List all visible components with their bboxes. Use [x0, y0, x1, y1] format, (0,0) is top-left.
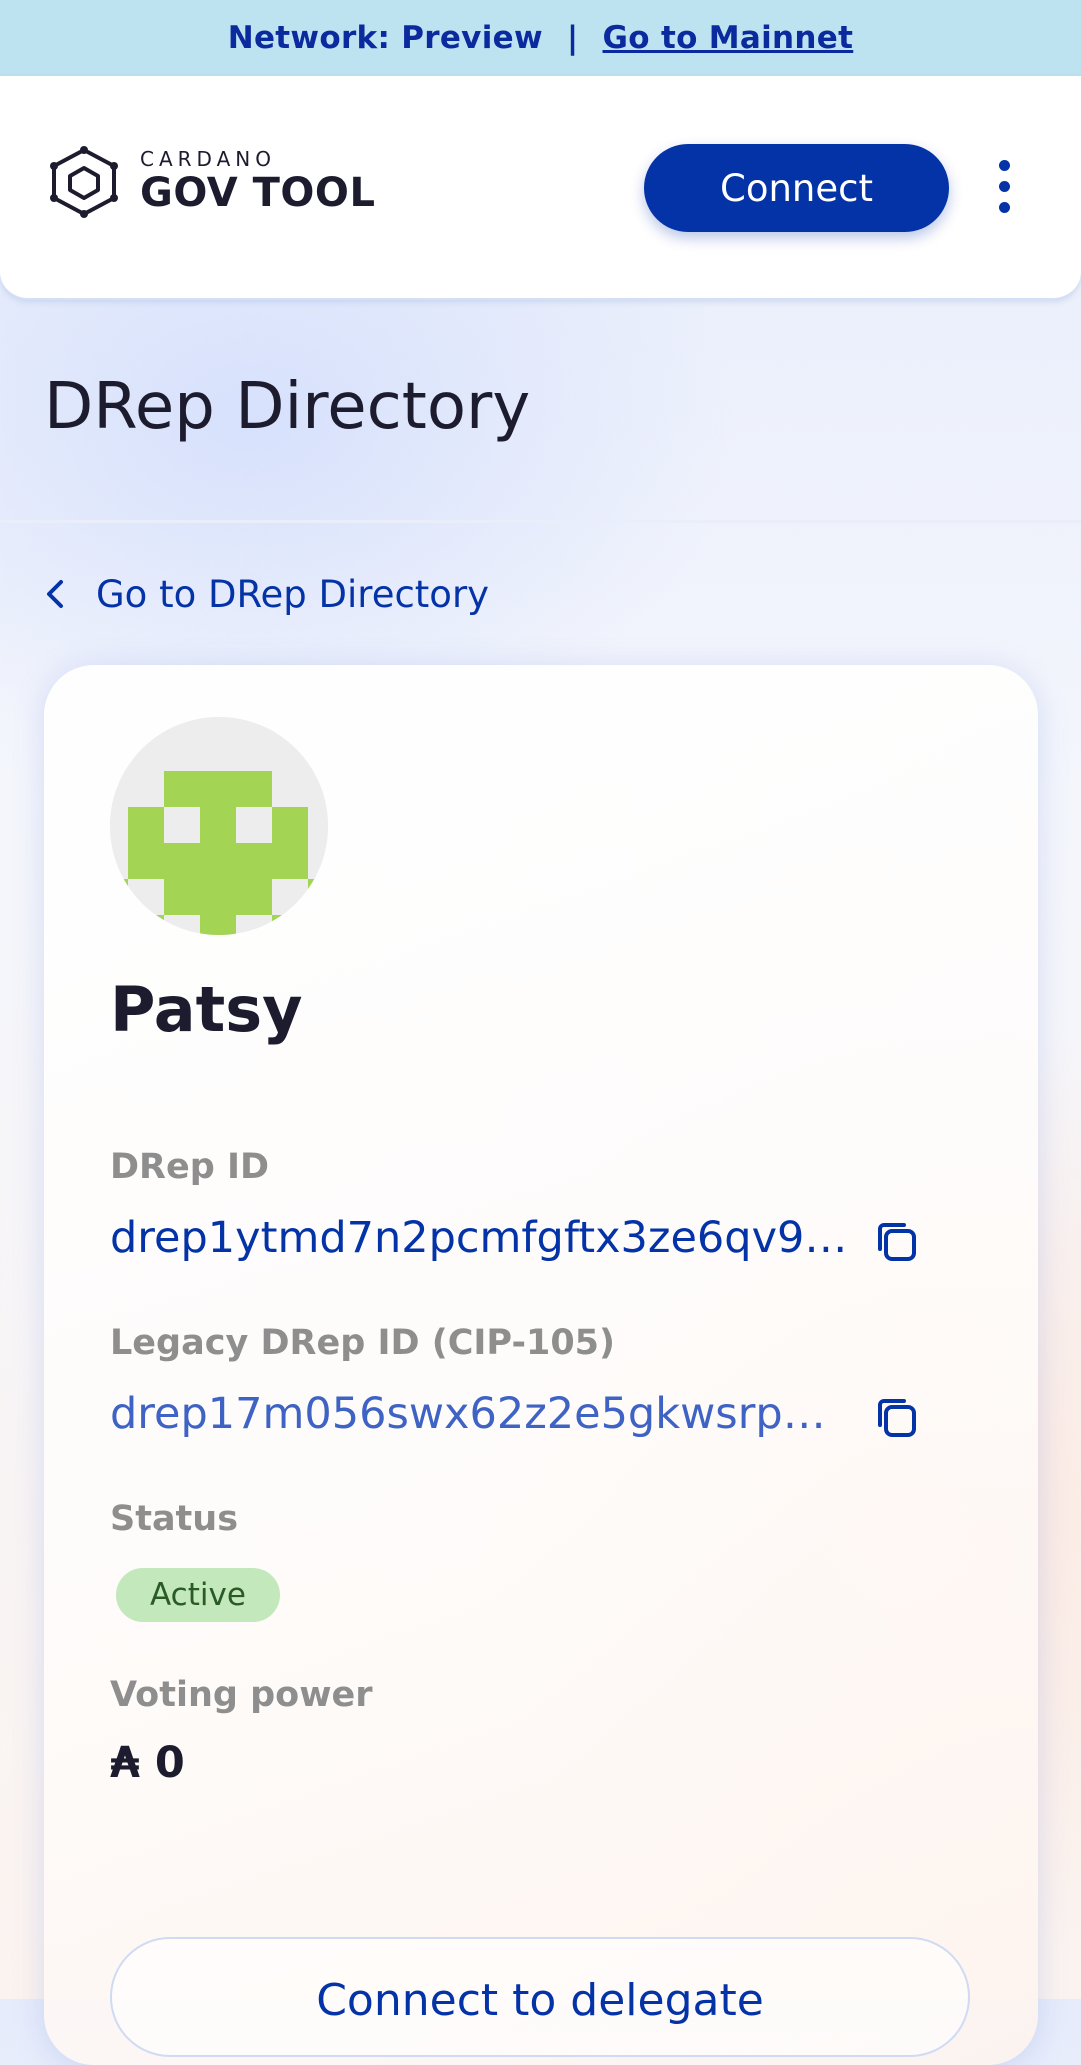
legacy-drep-id-value[interactable]: drep17m056swx62z2e5gkwsrpv… — [110, 1389, 850, 1439]
go-to-mainnet-link[interactable]: Go to Mainnet — [603, 20, 854, 56]
voting-power-label: Voting power — [110, 1675, 373, 1715]
cardano-hexagon-logo-icon — [50, 146, 118, 218]
legacy-drep-id-label: Legacy DRep ID (CIP-105) — [110, 1323, 616, 1363]
logo-govtool-text: GOV TOOL — [140, 170, 376, 216]
network-banner: Network: Preview | Go to Mainnet — [0, 0, 1081, 76]
drep-avatar — [110, 717, 328, 935]
logo-cardano-text: CARDANO — [140, 147, 276, 171]
copy-legacy-drep-id-icon[interactable] — [872, 1393, 922, 1443]
drep-id-value[interactable]: drep1ytmd7n2pcmfgftx3ze6qv9… — [110, 1213, 850, 1263]
title-divider — [0, 520, 1081, 523]
voting-power-value: ₳ 0 — [110, 1738, 185, 1788]
connect-button[interactable]: Connect — [644, 144, 949, 232]
connect-to-delegate-button[interactable]: Connect to delegate — [110, 1937, 970, 2057]
back-link-label: Go to DRep Directory — [96, 572, 490, 616]
page-title: DRep Directory — [44, 370, 531, 444]
drep-name: Patsy — [110, 973, 303, 1046]
drep-details-card: Patsy DRep ID drep1ytmd7n2pcmfgftx3ze6qv… — [44, 665, 1038, 2065]
chevron-left-icon — [47, 580, 63, 608]
kebab-menu-icon[interactable] — [990, 160, 1018, 218]
app-header: CARDANO GOV TOOL Connect — [0, 76, 1081, 300]
back-to-directory-link[interactable]: Go to DRep Directory — [44, 568, 489, 620]
network-separator: | — [566, 20, 579, 56]
network-label: Network: Preview — [227, 20, 543, 56]
app-logo[interactable]: CARDANO GOV TOOL — [44, 144, 375, 220]
identicon-image — [110, 717, 328, 935]
copy-drep-id-icon[interactable] — [872, 1217, 922, 1267]
status-label: Status — [110, 1499, 239, 1539]
drep-id-label: DRep ID — [110, 1147, 270, 1187]
status-badge: Active — [116, 1568, 280, 1622]
